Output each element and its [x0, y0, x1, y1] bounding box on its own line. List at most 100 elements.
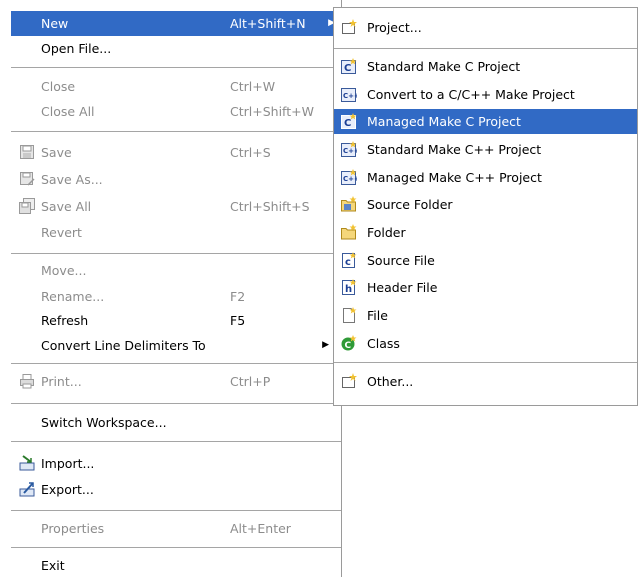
- submenu-item-label: Class: [367, 336, 400, 351]
- menu-item-label: Close: [41, 79, 76, 94]
- menu-item-accelerator: F5: [230, 313, 246, 328]
- submenu-item-label: Folder: [367, 225, 406, 240]
- menu-item-label: Exit: [41, 558, 65, 573]
- svg-text:C++: C++: [343, 147, 357, 155]
- menu-item-accelerator: Ctrl+Shift+S: [230, 199, 310, 214]
- submenu-item-header-file[interactable]: h Header File: [334, 275, 637, 300]
- submenu-item-managed-make-cpp-project[interactable]: C++ Managed Make C++ Project: [334, 165, 637, 190]
- svg-text:h: h: [345, 284, 352, 295]
- menu-item-label: Move...: [41, 263, 87, 278]
- c-project-icon: C: [341, 58, 358, 75]
- menu-item-label: Save As...: [41, 172, 103, 187]
- svg-text:C++: C++: [343, 92, 357, 100]
- menu-item-accelerator: Ctrl+S: [230, 145, 271, 160]
- class-icon: C: [341, 335, 358, 352]
- menu-item-label: Rename...: [41, 289, 105, 304]
- menu-item-export[interactable]: Export...: [11, 477, 341, 502]
- menu-item-close-all[interactable]: Close All Ctrl+Shift+W: [11, 99, 341, 124]
- submenu-item-convert-make-project[interactable]: C++ Convert to a C/C++ Make Project: [334, 82, 637, 107]
- submenu-item-label: File: [367, 308, 388, 323]
- menu-item-save-as[interactable]: Save As...: [11, 167, 341, 192]
- menu-item-accelerator: Ctrl+Shift+W: [230, 104, 314, 119]
- svg-text:C: C: [345, 341, 352, 351]
- menu-item-move[interactable]: Move...: [11, 258, 341, 283]
- menu-separator: [11, 363, 341, 364]
- menu-item-convert-line-delimiters[interactable]: Convert Line Delimiters To ▶: [11, 333, 341, 358]
- svg-text:C: C: [344, 118, 351, 129]
- submenu-item-folder[interactable]: Folder: [334, 220, 637, 245]
- menu-item-refresh[interactable]: Refresh F5: [11, 308, 341, 333]
- menu-item-label: Switch Workspace...: [41, 415, 167, 430]
- menu-separator: [11, 67, 341, 68]
- menu-item-close[interactable]: Close Ctrl+W: [11, 74, 341, 99]
- menu-item-accelerator: Ctrl+W: [230, 79, 276, 94]
- c-project-icon: C: [341, 113, 358, 130]
- svg-text:c: c: [345, 257, 351, 268]
- menu-item-exit[interactable]: Exit: [11, 553, 341, 578]
- submenu-item-label: Other...: [367, 374, 414, 389]
- menu-item-label: Open File...: [41, 41, 112, 56]
- menu-item-accelerator: Alt+Shift+N: [230, 16, 306, 31]
- menu-item-accelerator: Alt+Enter: [230, 521, 291, 536]
- submenu-item-label: Standard Make C++ Project: [367, 142, 542, 157]
- menu-separator: [11, 547, 341, 548]
- submenu-item-label: Managed Make C++ Project: [367, 170, 542, 185]
- submenu-item-label: Managed Make C Project: [367, 114, 521, 129]
- submenu-item-other[interactable]: Other...: [334, 369, 637, 394]
- menu-item-label: Convert Line Delimiters To: [41, 338, 206, 353]
- menu-item-label: Close All: [41, 104, 95, 119]
- svg-text:C++: C++: [343, 175, 357, 183]
- submenu-item-project[interactable]: Project...: [334, 15, 637, 40]
- new-submenu: Project... C Standard Make C Project C++…: [333, 7, 638, 406]
- menu-item-label: Properties: [41, 521, 105, 536]
- menu-separator: [334, 48, 637, 49]
- import-icon: [19, 455, 36, 472]
- menu-item-rename[interactable]: Rename... F2: [11, 284, 341, 309]
- menu-item-label: New: [41, 16, 69, 31]
- submenu-item-label: Header File: [367, 280, 438, 295]
- menu-item-label: Save All: [41, 199, 92, 214]
- new-project-icon: [341, 19, 358, 36]
- source-file-icon: c: [341, 252, 358, 269]
- menu-item-properties[interactable]: Properties Alt+Enter: [11, 516, 341, 541]
- svg-text:C: C: [344, 63, 351, 74]
- menu-item-open-file[interactable]: Open File...: [11, 36, 341, 61]
- submenu-item-label: Source File: [367, 253, 435, 268]
- file-icon: [341, 307, 358, 324]
- save-all-icon: [19, 198, 36, 215]
- submenu-item-label: Source Folder: [367, 197, 453, 212]
- submenu-item-source-file[interactable]: c Source File: [334, 248, 637, 273]
- cpp-project-icon: C++: [341, 169, 358, 186]
- menu-item-switch-workspace[interactable]: Switch Workspace...: [11, 410, 341, 435]
- submenu-item-source-folder[interactable]: Source Folder: [334, 192, 637, 217]
- submenu-arrow-icon: ▶: [322, 340, 329, 350]
- menu-item-save[interactable]: Save Ctrl+S: [11, 140, 341, 165]
- file-menu: New Alt+Shift+N ▶ Open File... Close Ctr…: [0, 0, 342, 577]
- submenu-item-file[interactable]: File: [334, 303, 637, 328]
- menu-item-label: Save: [41, 145, 72, 160]
- menu-item-print[interactable]: Print... Ctrl+P: [11, 369, 341, 394]
- source-folder-icon: [341, 196, 358, 213]
- menu-separator: [11, 510, 341, 511]
- menu-separator: [11, 403, 341, 404]
- submenu-item-managed-make-c-project[interactable]: C Managed Make C Project: [334, 109, 637, 134]
- submenu-item-standard-make-cpp-project[interactable]: C++ Standard Make C++ Project: [334, 137, 637, 162]
- menu-item-revert[interactable]: Revert: [11, 220, 341, 245]
- printer-icon: [19, 373, 36, 390]
- menu-item-save-all[interactable]: Save All Ctrl+Shift+S: [11, 194, 341, 219]
- menu-item-new[interactable]: New Alt+Shift+N ▶: [11, 11, 341, 36]
- submenu-item-standard-make-c-project[interactable]: C Standard Make C Project: [334, 54, 637, 79]
- cpp-project-icon: C++: [341, 141, 358, 158]
- menu-item-label: Refresh: [41, 313, 89, 328]
- submenu-item-label: Project...: [367, 20, 422, 35]
- menu-item-accelerator: F2: [230, 289, 246, 304]
- menu-item-import[interactable]: Import...: [11, 451, 341, 476]
- menu-separator: [334, 362, 637, 363]
- menu-separator: [11, 441, 341, 442]
- menu-item-label: Print...: [41, 374, 82, 389]
- menu-separator: [11, 253, 341, 254]
- submenu-item-class[interactable]: C Class: [334, 331, 637, 356]
- new-wizard-icon: [341, 373, 358, 390]
- submenu-item-label: Standard Make C Project: [367, 59, 521, 74]
- menu-item-label: Export...: [41, 482, 94, 497]
